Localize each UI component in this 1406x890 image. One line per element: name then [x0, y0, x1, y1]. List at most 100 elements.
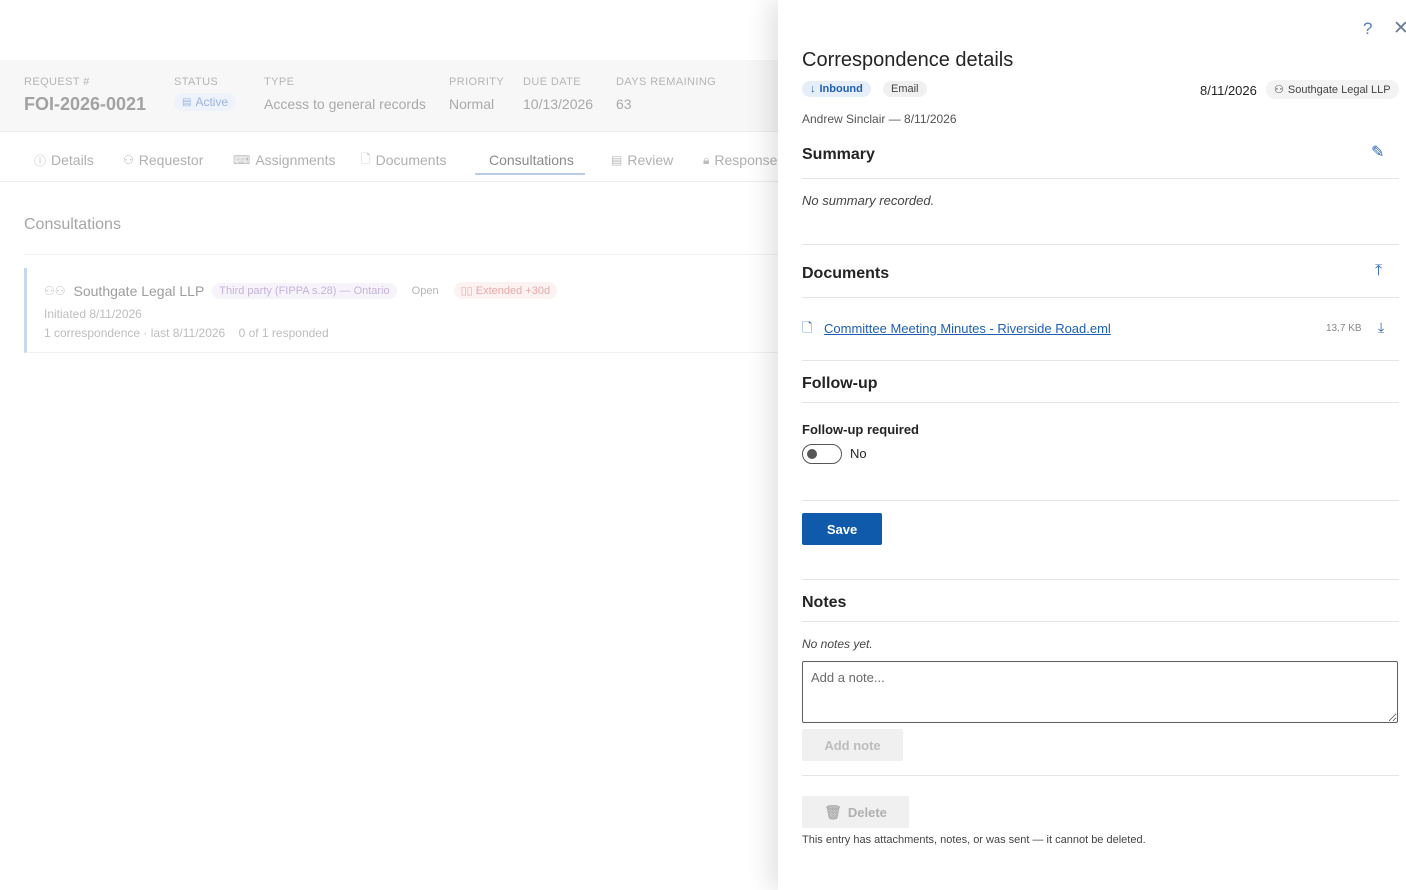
- followup-toggle[interactable]: [802, 444, 842, 464]
- close-icon[interactable]: ✕: [1393, 17, 1406, 40]
- organization-name: Southgate Legal LLP: [1287, 83, 1391, 96]
- upload-icon[interactable]: ⤒: [1375, 262, 1382, 280]
- review-icon: ▤: [611, 153, 623, 167]
- notes-divider: [802, 621, 1399, 622]
- days-remaining-value: 63: [616, 96, 632, 112]
- note-input[interactable]: [802, 661, 1398, 723]
- documents-divider: [802, 297, 1399, 298]
- keyboard-icon: ⌨: [233, 153, 251, 167]
- consultation-initiated: Initiated 8/11/2026: [44, 307, 142, 321]
- consultation-party-name: Southgate Legal LLP: [73, 282, 205, 299]
- delete-disabled-note: This entry has attachments, notes, or wa…: [802, 834, 1146, 846]
- tab-label: Requestor: [138, 152, 204, 168]
- document-icon: 🗋: [802, 320, 813, 335]
- tab-requestor[interactable]: ⚇ Requestor: [123, 145, 203, 175]
- documents-heading: Documents: [802, 265, 890, 282]
- status-badge: ▤ Active: [174, 93, 237, 111]
- status-block: STATUS ▤ Active: [174, 76, 237, 111]
- priority-block: PRIORITY Normal: [449, 76, 504, 112]
- delete-button[interactable]: 🗑︎ Delete: [802, 796, 909, 828]
- due-date-label: DUE DATE: [523, 76, 582, 88]
- author-byline: Andrew Sinclair — 8/11/2026: [802, 112, 957, 126]
- clipboard-icon: ▤: [182, 96, 192, 108]
- followup-toggle-value: No: [850, 446, 867, 461]
- tab-assignments[interactable]: ⌨ Assignments: [233, 145, 335, 175]
- tab-review[interactable]: ▤ Review: [611, 145, 673, 175]
- responded-count: 0 of 1 responded: [238, 326, 329, 340]
- summary-heading: Summary: [802, 146, 875, 163]
- direction-text: Inbound: [819, 83, 863, 95]
- consultation-card-header: ⚇⚇ Southgate Legal LLP Third party (FIPP…: [44, 282, 558, 299]
- summary-empty-text: No summary recorded.: [802, 193, 935, 208]
- correspondence-date: 8/11/2026: [1200, 83, 1257, 98]
- days-remaining-block: DAYS REMAINING 63: [616, 76, 716, 112]
- summary-divider: [802, 178, 1399, 179]
- days-remaining-label: DAYS REMAINING: [616, 76, 717, 88]
- active-tab-indicator: [475, 173, 585, 175]
- people-icon: ⚇⚇: [44, 283, 66, 298]
- edit-pencil-icon[interactable]: ✎: [1371, 142, 1384, 162]
- type-block: TYPE Access to general records: [264, 76, 426, 112]
- consultation-status-badge: Open: [411, 284, 439, 297]
- notes-heading: Notes: [802, 594, 847, 611]
- extended-text: Extended +30d: [475, 285, 551, 297]
- section-divider: [802, 360, 1399, 361]
- section-divider: [802, 244, 1399, 245]
- due-date-block: DUE DATE 10/13/2026: [523, 76, 593, 112]
- tab-details[interactable]: ⓘ Details: [34, 145, 94, 175]
- correspondence-details-panel: ? ✕ Correspondence details ↓ Inbound Ema…: [778, 0, 1406, 890]
- trash-icon: 🗑︎: [824, 803, 842, 820]
- party-type-badge: Third party (FIPPA s.28) — Ontario: [212, 282, 397, 299]
- request-number: FOI-2026-0021: [24, 94, 147, 114]
- channel-badge: Email: [883, 81, 927, 97]
- direction-badge: ↓ Inbound: [802, 81, 871, 97]
- organization-badge: ⚇ Southgate Legal LLP: [1266, 80, 1399, 99]
- section-divider: [802, 579, 1399, 580]
- document-icon: 🗋: [361, 151, 371, 166]
- lock-icon: 🔒︎: [703, 152, 710, 167]
- followup-required-label: Follow-up required: [802, 422, 919, 437]
- priority-label: PRIORITY: [449, 76, 505, 88]
- request-number-label: REQUEST #: [24, 76, 90, 88]
- help-icon[interactable]: ?: [1363, 19, 1372, 39]
- download-icon[interactable]: ⤓: [1378, 319, 1384, 336]
- due-date-value: 10/13/2026: [523, 96, 594, 112]
- tab-label: Response: [714, 152, 778, 168]
- tab-consultations[interactable]: Consultations: [489, 145, 574, 175]
- priority-value: Normal: [449, 96, 495, 112]
- toggle-knob: [807, 449, 817, 459]
- pause-icon: ▯▯: [460, 285, 476, 297]
- section-divider: [802, 500, 1399, 501]
- followup-divider: [802, 402, 1399, 403]
- type-value: Access to general records: [264, 96, 426, 112]
- tab-response[interactable]: 🔒︎ Response: [703, 145, 777, 175]
- panel-title: Correspondence details: [802, 49, 1014, 71]
- person-icon: ⚇: [123, 153, 134, 167]
- arrow-down-icon: ↓: [810, 83, 816, 95]
- status-label: STATUS: [174, 76, 219, 88]
- notes-empty-text: No notes yet.: [802, 637, 873, 651]
- request-number-block: REQUEST # FOI-2026-0021: [24, 76, 146, 115]
- tab-label: Consultations: [489, 152, 574, 168]
- extended-badge: ▯▯ Extended +30d: [453, 282, 558, 299]
- info-icon: ⓘ: [34, 153, 47, 168]
- document-link[interactable]: Committee Meeting Minutes - Riverside Ro…: [824, 321, 1111, 336]
- tab-label: Details: [51, 152, 94, 168]
- delete-label: Delete: [847, 804, 887, 820]
- consultation-card[interactable]: ⚇⚇ Southgate Legal LLP Third party (FIPP…: [24, 268, 784, 353]
- tab-label: Documents: [375, 152, 447, 168]
- tab-label: Review: [627, 152, 674, 168]
- section-divider: [24, 254, 784, 255]
- correspondence-count: 1 correspondence · last 8/11/2026: [44, 326, 226, 340]
- add-note-button[interactable]: Add note: [802, 729, 903, 761]
- section-divider: [802, 775, 1399, 776]
- followup-heading: Follow-up: [802, 375, 878, 392]
- tab-documents[interactable]: 🗋 Documents: [361, 145, 446, 175]
- save-button[interactable]: Save: [802, 513, 882, 545]
- status-text: Active: [195, 95, 229, 109]
- type-label: TYPE: [264, 76, 295, 88]
- tab-label: Assignments: [255, 152, 336, 168]
- consultations-title: Consultations: [24, 216, 121, 233]
- person-icon: ⚇: [1274, 84, 1284, 96]
- document-size: 13.7 KB: [1326, 323, 1362, 334]
